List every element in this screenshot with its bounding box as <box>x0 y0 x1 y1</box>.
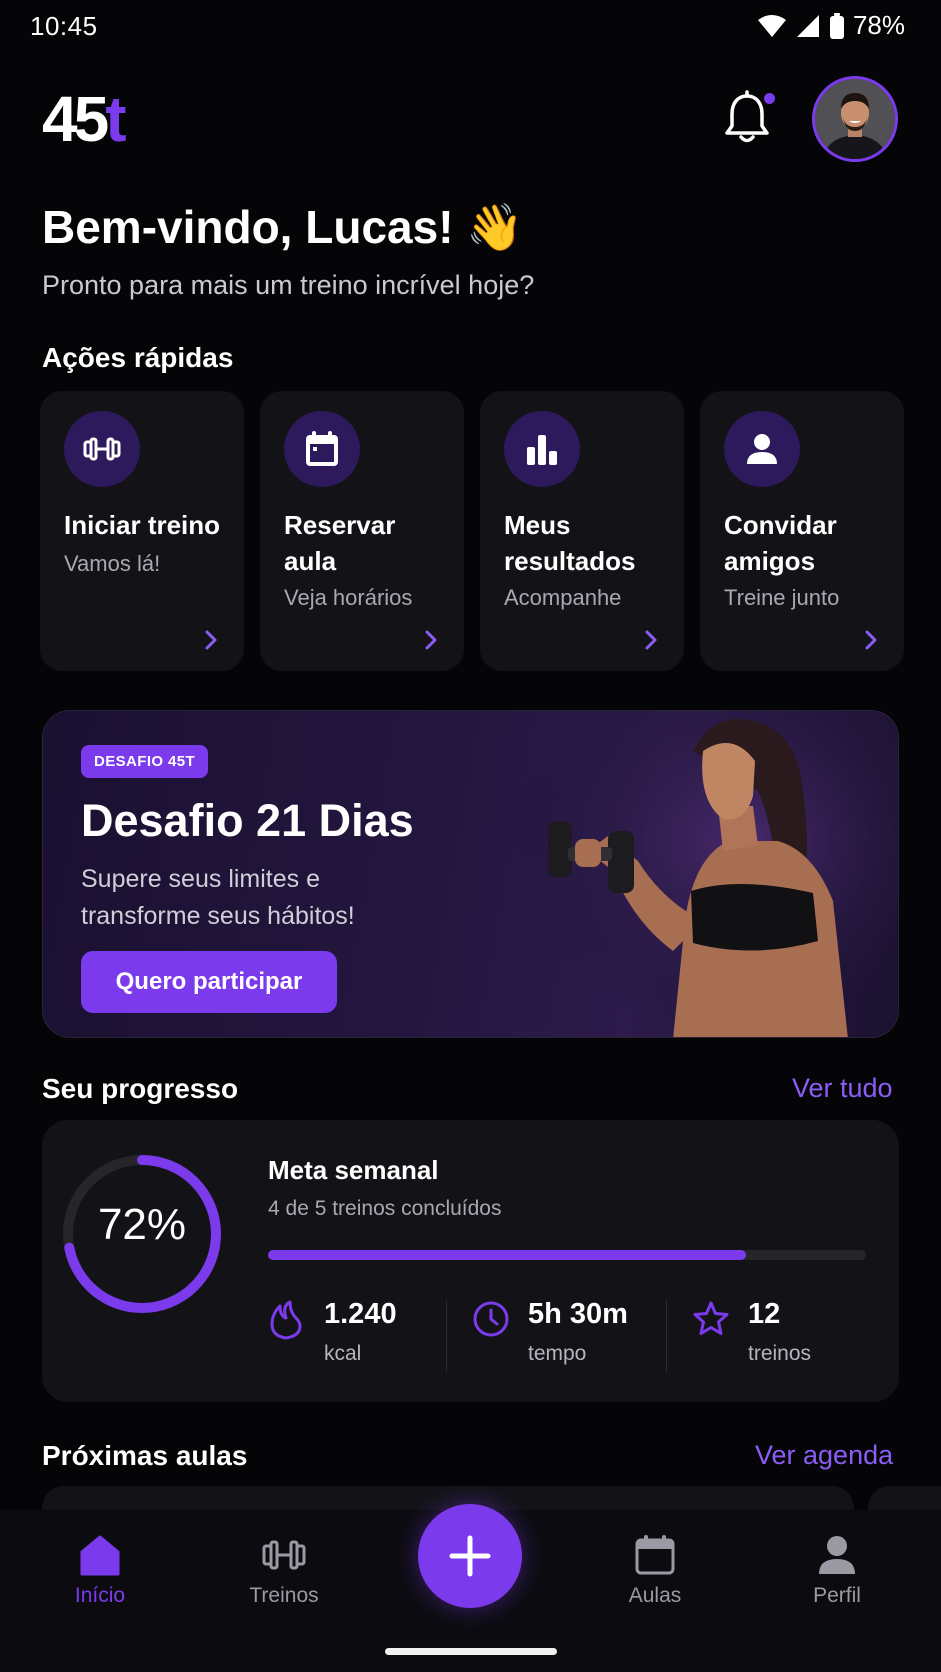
stat-label: kcal <box>324 1342 362 1365</box>
battery-level: 78% <box>852 10 905 40</box>
progress-percent: 72% <box>97 1200 187 1249</box>
nav-classes[interactable]: Aulas <box>585 1534 725 1608</box>
nav-label: Início <box>74 1584 126 1607</box>
next-classes-title: Próximas aulas <box>42 1440 248 1471</box>
challenge-subtitle: Supere seus limites e transforme seus há… <box>81 865 355 930</box>
nav-workouts[interactable]: Treinos <box>214 1534 354 1608</box>
chevron-right-icon <box>645 630 657 650</box>
stat-value: 12 <box>748 1298 781 1330</box>
nav-label: Perfil <box>813 1584 861 1607</box>
stat-label: treinos <box>748 1342 812 1365</box>
chevron-right-icon <box>865 630 877 650</box>
stat-divider <box>666 1300 667 1372</box>
stat-value: 5h 30m <box>528 1298 628 1330</box>
nav-label: Aulas <box>628 1584 682 1607</box>
dumbbell-icon <box>262 1540 306 1570</box>
nav-profile[interactable]: Perfil <box>767 1534 907 1608</box>
notification-dot <box>764 93 775 104</box>
status-time: 10:45 <box>30 11 98 41</box>
dumbbell-icon <box>64 411 140 487</box>
battery-icon <box>829 12 844 39</box>
quick-action-title: Iniciar treino <box>64 510 221 540</box>
quick-action-subtitle: Treine junto <box>724 585 840 610</box>
quick-action-title: Convidar amigos <box>724 510 837 576</box>
weekly-goal-bar-fill <box>268 1250 747 1260</box>
progress-section-title: Seu progresso <box>42 1073 239 1104</box>
quick-action-subtitle: Acompanhe <box>504 585 622 610</box>
flame-icon <box>270 1300 302 1340</box>
home-icon <box>80 1535 120 1576</box>
user-icon <box>819 1536 855 1574</box>
welcome-title: Bem-vindo, Lucas! 👋 <box>42 201 524 253</box>
quick-action-book-class[interactable]: Reservar aula Veja horários <box>260 391 464 671</box>
nav-label: Treinos <box>249 1584 319 1607</box>
weekly-goal-title: Meta semanal <box>268 1155 439 1185</box>
add-button[interactable] <box>418 1504 522 1608</box>
quick-action-title: Meus resultados <box>504 510 636 576</box>
see-all-link[interactable]: Ver tudo <box>792 1073 893 1104</box>
welcome-subtitle: Pronto para mais um treino incrível hoje… <box>42 270 535 300</box>
calendar-icon <box>635 1535 675 1575</box>
athlete-dumbbell-image <box>513 711 898 1037</box>
stat-value: 1.240 <box>324 1298 397 1330</box>
quick-action-my-results[interactable]: Meus resultados Acompanhe <box>480 391 684 671</box>
nav-home[interactable]: Início <box>30 1534 170 1608</box>
quick-action-subtitle: Vamos lá! <box>64 551 161 576</box>
quick-action-subtitle: Veja horários <box>284 585 413 610</box>
signal-icon <box>796 14 819 37</box>
star-icon <box>693 1301 729 1335</box>
see-schedule-link[interactable]: Ver agenda <box>755 1440 893 1471</box>
avatar[interactable] <box>812 76 898 162</box>
challenge-banner[interactable]: DESAFIO 45T Desafio 21 Dias Supere seus … <box>42 710 899 1038</box>
quick-actions-title: Ações rápidas <box>42 342 234 373</box>
stat-label: tempo <box>528 1342 587 1365</box>
clock-icon <box>473 1301 509 1337</box>
avatar-image <box>815 79 895 159</box>
calendar-icon <box>284 411 360 487</box>
progress-card: 72% Meta semanal 4 de 5 treinos concluíd… <box>42 1120 899 1402</box>
stat-divider <box>446 1300 447 1372</box>
app-logo: 45t <box>42 83 127 155</box>
bar-chart-icon <box>504 411 580 487</box>
chevron-right-icon <box>425 630 437 650</box>
challenge-badge: DESAFIO 45T <box>81 745 209 778</box>
chevron-right-icon <box>205 630 217 650</box>
challenge-title: Desafio 21 Dias <box>81 795 414 846</box>
wifi-icon <box>757 14 786 37</box>
quick-action-invite-friends[interactable]: Convidar amigos Treine junto <box>700 391 904 671</box>
user-icon <box>724 411 800 487</box>
quick-action-start-workout[interactable]: Iniciar treino Vamos lá! <box>40 391 244 671</box>
weekly-goal-subtitle: 4 de 5 treinos concluídos <box>268 1197 502 1220</box>
plus-icon <box>449 1535 491 1577</box>
home-indicator <box>385 1648 557 1655</box>
weekly-goal-bar <box>268 1250 866 1260</box>
quick-action-title: Reservar aula <box>284 510 396 576</box>
status-bar: 10:45 78% <box>0 0 941 52</box>
join-challenge-button[interactable]: Quero participar <box>81 951 337 1013</box>
